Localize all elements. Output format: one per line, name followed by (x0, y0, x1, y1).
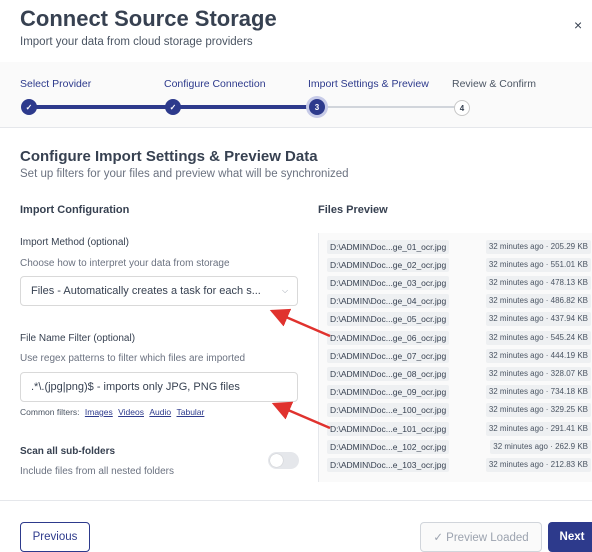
annotation-arrows (269, 308, 331, 430)
annotation-arrow-method (269, 308, 331, 338)
annotation-arrow-filter (271, 401, 331, 430)
